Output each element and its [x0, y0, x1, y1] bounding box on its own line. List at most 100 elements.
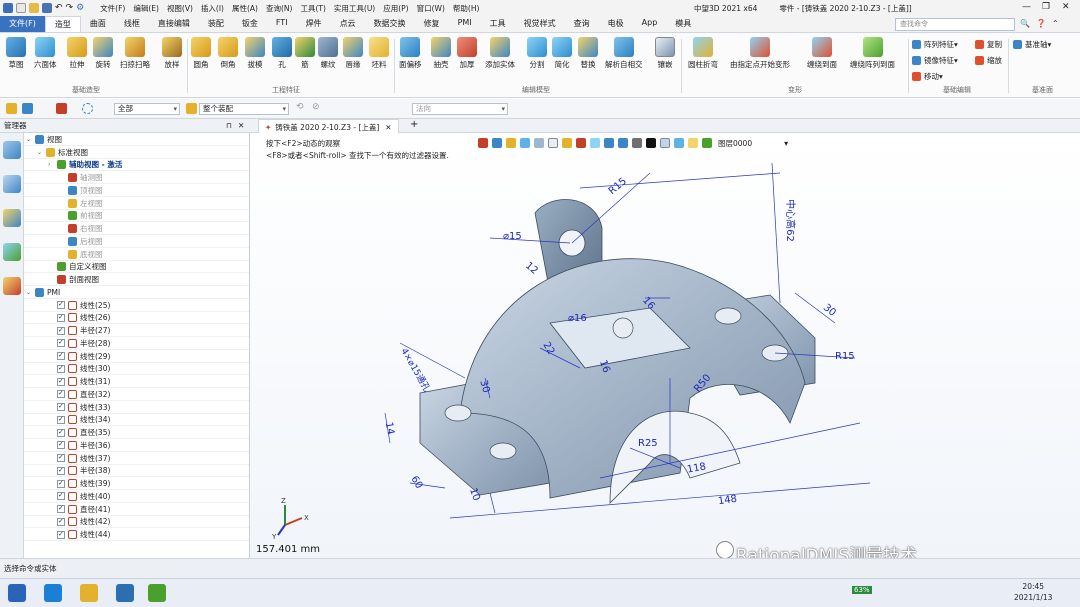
visibility-checkbox[interactable]	[57, 364, 65, 373]
tree-item[interactable]: 线性(42)	[24, 516, 249, 529]
appearance-icon[interactable]	[562, 138, 572, 148]
replace-button[interactable]: 替换	[578, 37, 598, 70]
tree-item[interactable]: ⌄ 标准视图	[24, 146, 249, 159]
visibility-checkbox[interactable]	[57, 313, 65, 322]
move-button[interactable]: 移动 ▾	[912, 71, 943, 82]
simplify-button[interactable]: 简化	[552, 37, 572, 70]
menu-edit[interactable]: 编辑(E)	[133, 3, 159, 14]
tab-mold[interactable]: 模具	[666, 16, 700, 32]
new-file-icon[interactable]	[16, 3, 26, 13]
tree-item[interactable]: 自定义视图	[24, 261, 249, 274]
sketch-button[interactable]: 草图	[6, 37, 26, 70]
wireframe-icon[interactable]	[534, 138, 544, 148]
tree-item[interactable]: ⌄ PMI	[24, 286, 249, 299]
assembly-scope-select[interactable]: 整个装配	[199, 103, 289, 115]
pmi-dimension-label[interactable]: 中心高62	[784, 199, 799, 242]
tree-item[interactable]: 半径(38)	[24, 465, 249, 478]
stock-button[interactable]: 坯料	[369, 37, 389, 70]
help-icon[interactable]: ❓	[1036, 19, 1046, 28]
tree-item[interactable]: 线性(30)	[24, 363, 249, 376]
expand-arrow-icon[interactable]: ⌄	[26, 289, 35, 296]
expand-arrow-icon[interactable]: ⌄	[26, 136, 35, 143]
view-tab-icon[interactable]	[3, 209, 21, 227]
menu-insert[interactable]: 插入(I)	[201, 3, 224, 14]
thread-button[interactable]: 螺纹	[318, 37, 338, 70]
tree-item[interactable]: 线性(33)	[24, 401, 249, 414]
pmi-dimension-label[interactable]: R15	[835, 351, 855, 362]
visibility-checkbox[interactable]	[57, 402, 65, 412]
tab-electrode[interactable]: 电极	[599, 16, 633, 32]
fit-icon[interactable]	[618, 138, 628, 148]
tree-item[interactable]: 半径(28)	[24, 337, 249, 350]
tree-item[interactable]: 线性(40)	[24, 490, 249, 503]
visibility-checkbox[interactable]	[57, 389, 65, 399]
loft-button[interactable]: 放样	[162, 37, 182, 70]
file-explorer-icon[interactable]	[80, 584, 98, 602]
visibility-checkbox[interactable]	[57, 440, 65, 450]
pmi-dimension-label[interactable]: ⌀15	[503, 231, 522, 242]
tab-direct-edit[interactable]: 直接编辑	[149, 16, 199, 32]
wrap-to-face-button[interactable]: 缠绕到面	[807, 37, 837, 70]
emboss-button[interactable]: 镶嵌	[655, 37, 675, 70]
layer-icon[interactable]	[702, 138, 712, 148]
menu-apps[interactable]: 应用(P)	[383, 3, 408, 14]
lip-button[interactable]: 唇缘	[343, 37, 363, 70]
resolve-self-intersect-button[interactable]: 解析自相交	[605, 37, 643, 70]
wrap-pattern-to-face-button[interactable]: 缠绕阵列到面	[850, 37, 895, 70]
menu-utilities[interactable]: 实用工具(U)	[334, 3, 375, 14]
extrude-button[interactable]: 拉伸	[67, 37, 87, 70]
tree-item[interactable]: 线性(29)	[24, 350, 249, 363]
pattern-feature-button[interactable]: 阵列特征 ▾	[912, 39, 958, 50]
menu-tools[interactable]: 工具(T)	[300, 3, 325, 14]
cylinder-bend-button[interactable]: 圆柱折弯	[688, 37, 718, 70]
hole-button[interactable]: 孔	[272, 37, 292, 70]
start-icon[interactable]	[8, 584, 26, 602]
shaded-icon[interactable]	[520, 138, 530, 148]
tab-pmi[interactable]: PMI	[449, 16, 481, 32]
tree-item[interactable]: 直径(35)	[24, 426, 249, 439]
tab-fti[interactable]: FTI	[267, 16, 297, 32]
tree-item[interactable]: 线性(39)	[24, 477, 249, 490]
tree-item[interactable]: 底视图	[24, 248, 249, 261]
copy-button[interactable]: 复制	[975, 39, 1002, 50]
new-tab-icon[interactable]: +	[410, 119, 418, 130]
tab-repair[interactable]: 修复	[415, 16, 449, 32]
visibility-checkbox[interactable]	[57, 326, 65, 335]
tree-item[interactable]: 线性(34)	[24, 414, 249, 427]
pmi-dimension-label[interactable]: 14	[383, 421, 396, 435]
sweep-button[interactable]: 扫掠扫略	[120, 37, 150, 70]
tree-item[interactable]: 线性(31)	[24, 375, 249, 388]
wechat-taskbar-icon[interactable]	[148, 584, 166, 602]
history-tab-icon[interactable]	[3, 141, 21, 159]
cast-iron-cover-model[interactable]	[419, 199, 816, 504]
tab-sheetmetal[interactable]: 钣金	[233, 16, 267, 32]
user-tab-icon[interactable]	[3, 277, 21, 295]
ribbon-collapse-icon[interactable]: ⌃	[1052, 19, 1059, 28]
visibility-checkbox[interactable]	[57, 453, 65, 463]
datum-axis-button[interactable]: 基准轴 ▾	[1013, 39, 1051, 50]
tab-wireframe[interactable]: 线框	[115, 16, 149, 32]
shell-button[interactable]: 抽壳	[431, 37, 451, 70]
tree-item[interactable]: 直径(32)	[24, 388, 249, 401]
search-icon[interactable]: 🔍	[1020, 19, 1030, 28]
draft-button[interactable]: 拔模	[245, 37, 265, 70]
mirror-feature-button[interactable]: 镜像特征 ▾	[912, 55, 958, 66]
minimize-icon[interactable]: —	[1022, 2, 1031, 12]
tab-file[interactable]: 文件(F)	[0, 16, 45, 32]
display-icon[interactable]	[590, 138, 600, 148]
save-icon[interactable]	[42, 3, 52, 13]
tab-tools[interactable]: 工具	[481, 16, 515, 32]
expand-arrow-icon[interactable]: ›	[48, 161, 57, 168]
menu-window[interactable]: 窗口(W)	[417, 3, 445, 14]
assembly-tab-icon[interactable]	[3, 175, 21, 193]
method-select[interactable]: 法向	[412, 103, 508, 115]
fillet-button[interactable]: 圆角	[191, 37, 211, 70]
restore-filter-icon[interactable]: ⟲	[296, 102, 304, 112]
tab-visual-style[interactable]: 视觉样式	[515, 16, 565, 32]
filter-icon[interactable]	[56, 103, 67, 114]
menu-file[interactable]: 文件(F)	[100, 3, 125, 14]
color-swatch-icon[interactable]	[660, 138, 670, 148]
pin-icon[interactable]: ⊓	[226, 119, 232, 132]
tree-item[interactable]: 线性(44)	[24, 528, 249, 541]
section-icon[interactable]	[576, 138, 586, 148]
